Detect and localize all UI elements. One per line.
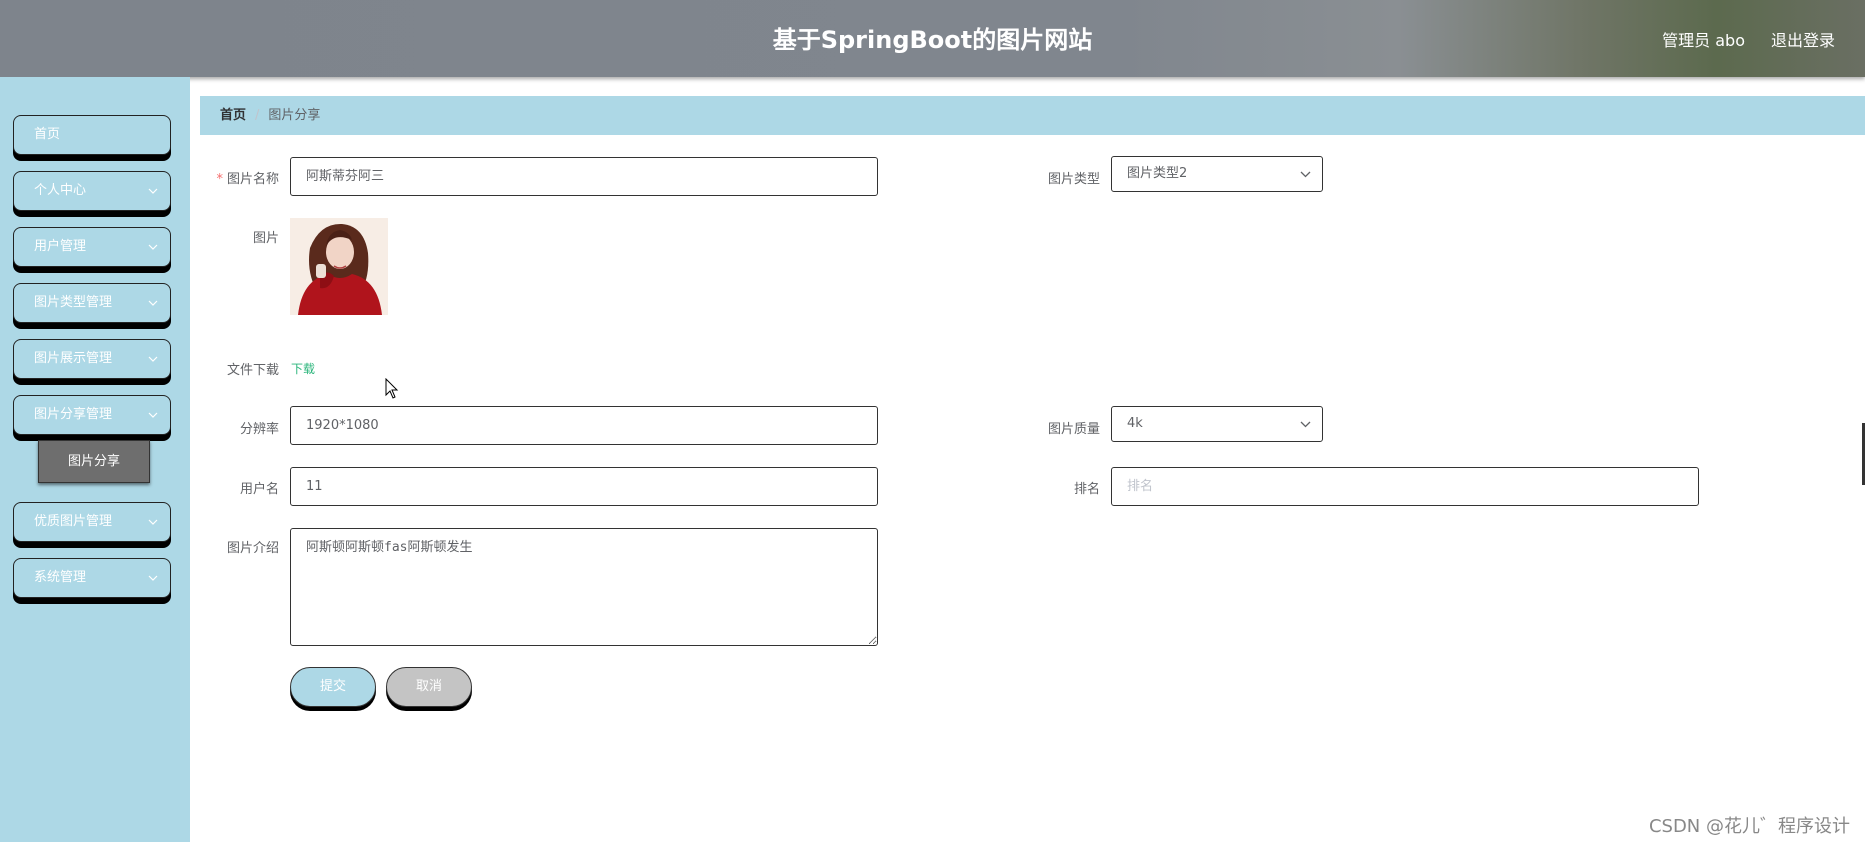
sidebar-subitem-image-share[interactable]: 图片分享	[38, 440, 150, 483]
breadcrumb: 首页 / 图片分享	[200, 96, 1865, 135]
username-label: 用户名	[239, 482, 279, 497]
sidebar-item-personal-center[interactable]: 个人中心	[13, 171, 171, 211]
cancel-button[interactable]: 取消	[386, 667, 472, 707]
sidebar: 首页 个人中心 用户管理 图片类型管理 图片展示管理 图片分享管理 图片分享 优…	[0, 77, 190, 842]
download-label: 文件下载	[226, 363, 279, 378]
resolution-label: 分辨率	[239, 422, 279, 437]
sidebar-item-label: 个人中心	[34, 183, 87, 198]
download-link[interactable]: 下载	[291, 360, 315, 377]
sidebar-item-label: 用户管理	[34, 239, 87, 254]
uploaded-image-thumbnail[interactable]	[290, 218, 388, 315]
sidebar-item-image-share-management[interactable]: 图片分享管理	[13, 395, 171, 435]
admin-user-label: 管理员 abo	[1662, 31, 1745, 50]
chevron-down-icon	[146, 228, 160, 266]
rank-label: 排名	[1073, 482, 1100, 497]
submit-button[interactable]: 提交	[290, 667, 376, 707]
sidebar-item-quality-image-management[interactable]: 优质图片管理	[13, 502, 171, 542]
chevron-down-icon	[146, 340, 160, 378]
breadcrumb-separator: /	[255, 108, 260, 123]
image-type-value: 图片类型2	[1127, 166, 1188, 181]
image-label: 图片	[252, 231, 279, 246]
logout-link[interactable]: 退出登录	[1771, 27, 1835, 51]
chevron-down-icon	[1298, 407, 1312, 441]
sidebar-item-image-display-management[interactable]: 图片展示管理	[13, 339, 171, 379]
chevron-down-icon	[146, 503, 160, 541]
sidebar-item-system-management[interactable]: 系统管理	[13, 558, 171, 598]
chevron-down-icon	[1298, 157, 1312, 191]
sidebar-item-label: 图片分享管理	[34, 407, 113, 422]
sidebar-item-image-type-management[interactable]: 图片类型管理	[13, 283, 171, 323]
top-header: 基于SpringBoot的图片网站 管理员 abo 退出登录	[0, 0, 1865, 77]
image-quality-value: 4k	[1127, 416, 1143, 431]
sidebar-item-label: 图片展示管理	[34, 351, 113, 366]
image-name-input[interactable]: 阿斯蒂芬阿三	[290, 157, 878, 196]
resolution-input[interactable]: 1920*1080	[290, 406, 878, 445]
breadcrumb-home[interactable]: 首页	[220, 108, 246, 123]
watermark-text: CSDN @花儿゛程序设计	[1648, 816, 1850, 837]
chevron-down-icon	[146, 396, 160, 434]
type-label: 图片类型	[1047, 172, 1100, 187]
sidebar-item-label: 首页	[34, 127, 61, 142]
sidebar-item-label: 图片类型管理	[34, 295, 113, 310]
chevron-down-icon	[146, 559, 160, 597]
intro-textarea[interactable]: 阿斯顿阿斯顿fas阿斯顿发生	[290, 528, 878, 646]
intro-label: 图片介绍	[226, 541, 279, 556]
image-type-select[interactable]: 图片类型2	[1111, 156, 1323, 192]
name-label: * 图片名称	[216, 172, 279, 187]
sidebar-item-label: 系统管理	[34, 570, 87, 585]
chevron-down-icon	[146, 172, 160, 210]
sidebar-item-user-management[interactable]: 用户管理	[13, 227, 171, 267]
sidebar-item-home[interactable]: 首页	[13, 115, 171, 155]
image-quality-select[interactable]: 4k	[1111, 406, 1323, 442]
chevron-down-icon	[146, 284, 160, 322]
rank-input[interactable]	[1111, 467, 1699, 506]
quality-label: 图片质量	[1047, 422, 1100, 437]
required-asterisk: *	[216, 172, 223, 187]
site-title: 基于SpringBoot的图片网站	[772, 26, 1093, 54]
sidebar-item-label: 优质图片管理	[34, 514, 113, 529]
breadcrumb-current: 图片分享	[268, 108, 321, 123]
mouse-cursor-icon	[385, 377, 401, 400]
username-input[interactable]: 11	[290, 467, 878, 506]
